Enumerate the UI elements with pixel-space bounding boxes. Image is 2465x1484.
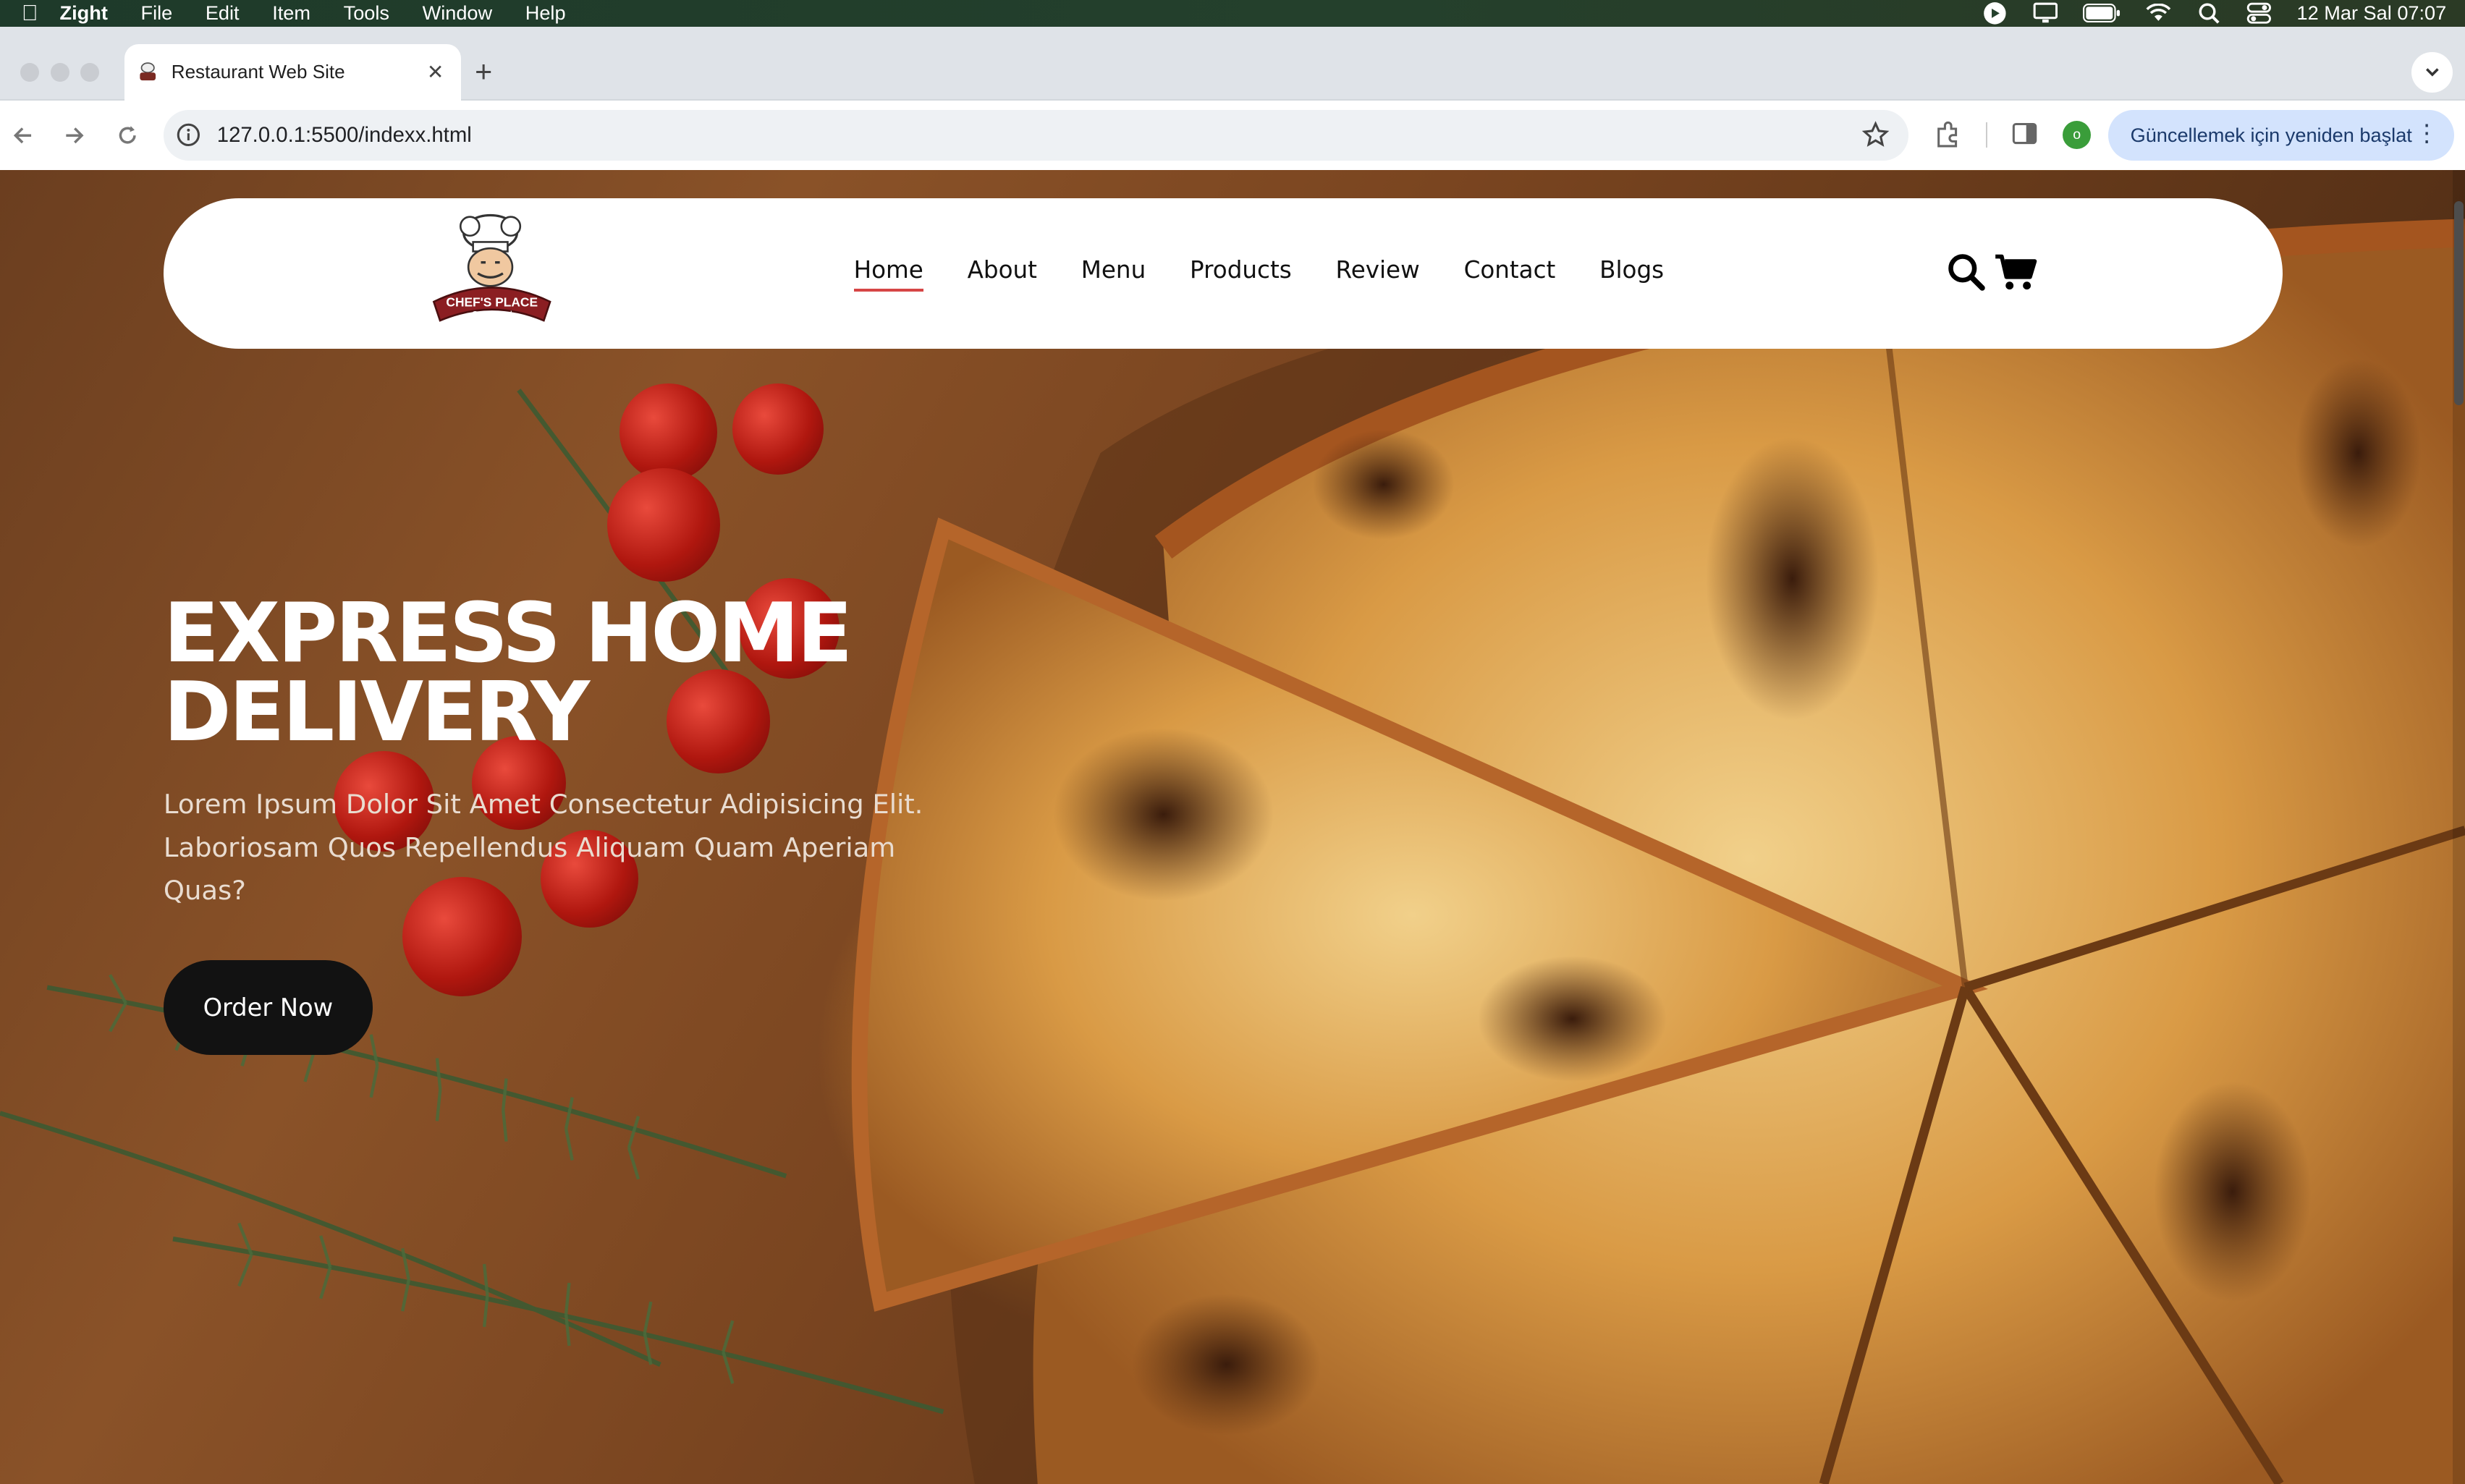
reload-button[interactable] (110, 118, 145, 153)
hero-title: EXPRESS HOME DELIVERY (164, 593, 1044, 752)
shopping-cart-icon[interactable] (1994, 252, 2038, 292)
toolbar-divider (1985, 122, 1987, 148)
close-window-button[interactable] (20, 62, 40, 82)
apple-icon[interactable]:  (0, 1, 60, 26)
logo-subtext: Good food (472, 310, 512, 320)
browser-tab-active[interactable]: Restaurant Web Site ✕ (124, 43, 461, 101)
profile-avatar[interactable]: o (2063, 121, 2092, 150)
forward-button[interactable] (56, 118, 91, 153)
back-button[interactable] (7, 118, 41, 153)
tomato-decoration (732, 383, 824, 475)
extensions-icon[interactable] (1932, 119, 1963, 150)
header-actions (1946, 252, 2037, 292)
search-icon[interactable] (1946, 252, 1987, 292)
hero-section: EXPRESS HOME DELIVERY Lorem Ipsum Dolor … (163, 593, 1044, 1055)
zoom-window-button[interactable] (80, 62, 99, 82)
menubar-clock[interactable]: 12 Mar Sal 07:07 (2297, 1, 2447, 25)
control-center-icon[interactable] (2246, 2, 2272, 24)
logo-text: CHEF'S PLACE (447, 295, 538, 310)
update-label: Güncellemek için yeniden başlat (2130, 123, 2412, 146)
nav-review[interactable]: Review (1336, 256, 1420, 292)
wifi-icon[interactable] (2146, 2, 2171, 24)
chevron-down-icon (2425, 68, 2439, 77)
scrollbar-thumb[interactable] (2454, 201, 2464, 406)
window-controls (20, 62, 99, 82)
tab-title: Restaurant Web Site (171, 61, 345, 83)
nav-products[interactable]: Products (1190, 256, 1292, 292)
menubar-item-window[interactable]: Window (423, 1, 493, 25)
nav-blogs[interactable]: Blogs (1599, 256, 1664, 292)
minimize-window-button[interactable] (50, 62, 69, 82)
tomato-decoration (606, 468, 720, 582)
site-favicon (140, 62, 156, 80)
nav-contact[interactable]: Contact (1464, 256, 1556, 292)
relaunch-update-button[interactable]: Güncellemek için yeniden başlat ⋮ (2108, 110, 2455, 161)
battery-icon[interactable] (2083, 2, 2121, 24)
macos-menubar:  Zight File Edit Item Tools Window Help… (0, 0, 2465, 27)
tab-close-icon[interactable]: ✕ (423, 60, 448, 84)
side-panel-icon[interactable] (2011, 119, 2039, 148)
menubar-item-tools[interactable]: Tools (344, 1, 389, 25)
bookmark-star-icon[interactable] (1861, 121, 1890, 149)
reload-icon (119, 125, 136, 144)
address-bar[interactable]: 127.0.0.1:5500/indexx.html (163, 110, 1909, 161)
tab-search-button[interactable] (2411, 51, 2453, 93)
tomato-decoration (619, 383, 717, 481)
menubar-item-file[interactable]: File (140, 1, 172, 25)
browser-tabstrip: Restaurant Web Site ✕ + (0, 26, 2465, 101)
nav-home[interactable]: Home (853, 256, 923, 292)
more-menu-icon[interactable]: ⋮ (2415, 122, 2439, 145)
main-nav: Home About Menu Products Review Contact … (853, 256, 1708, 292)
zight-status-icon[interactable] (1982, 2, 2008, 25)
browser-toolbar: 127.0.0.1:5500/indexx.html o Güncellemek… (0, 101, 2465, 170)
menubar-item-item[interactable]: Item (272, 1, 310, 25)
web-page: CHEF'S PLACE Good food Home About Menu P… (0, 169, 2465, 1484)
new-tab-button[interactable]: + (475, 55, 492, 89)
display-icon[interactable] (2033, 2, 2058, 24)
chefs-place-logo[interactable]: CHEF'S PLACE Good food (431, 211, 553, 330)
site-info-icon[interactable] (176, 122, 201, 148)
menubar-item-help[interactable]: Help (525, 1, 566, 25)
hero-title-line2: DELIVERY (163, 663, 590, 760)
order-now-button[interactable]: Order Now (163, 960, 373, 1055)
nav-menu[interactable]: Menu (1081, 256, 1146, 292)
nav-about[interactable]: About (968, 256, 1037, 292)
arrow-left-icon (14, 127, 32, 143)
page-scrollbar[interactable] (2452, 169, 2465, 1484)
menubar-app-name[interactable]: Zight (60, 1, 108, 25)
hero-description: Lorem Ipsum Dolor Sit Amet Consectetur A… (163, 788, 923, 907)
spotlight-search-icon[interactable] (2196, 2, 2222, 24)
arrow-right-icon (66, 127, 84, 143)
menubar-item-edit[interactable]: Edit (206, 1, 240, 25)
url-text[interactable]: 127.0.0.1:5500/indexx.html (217, 123, 472, 148)
site-header: CHEF'S PLACE Good food Home About Menu P… (163, 198, 2283, 349)
